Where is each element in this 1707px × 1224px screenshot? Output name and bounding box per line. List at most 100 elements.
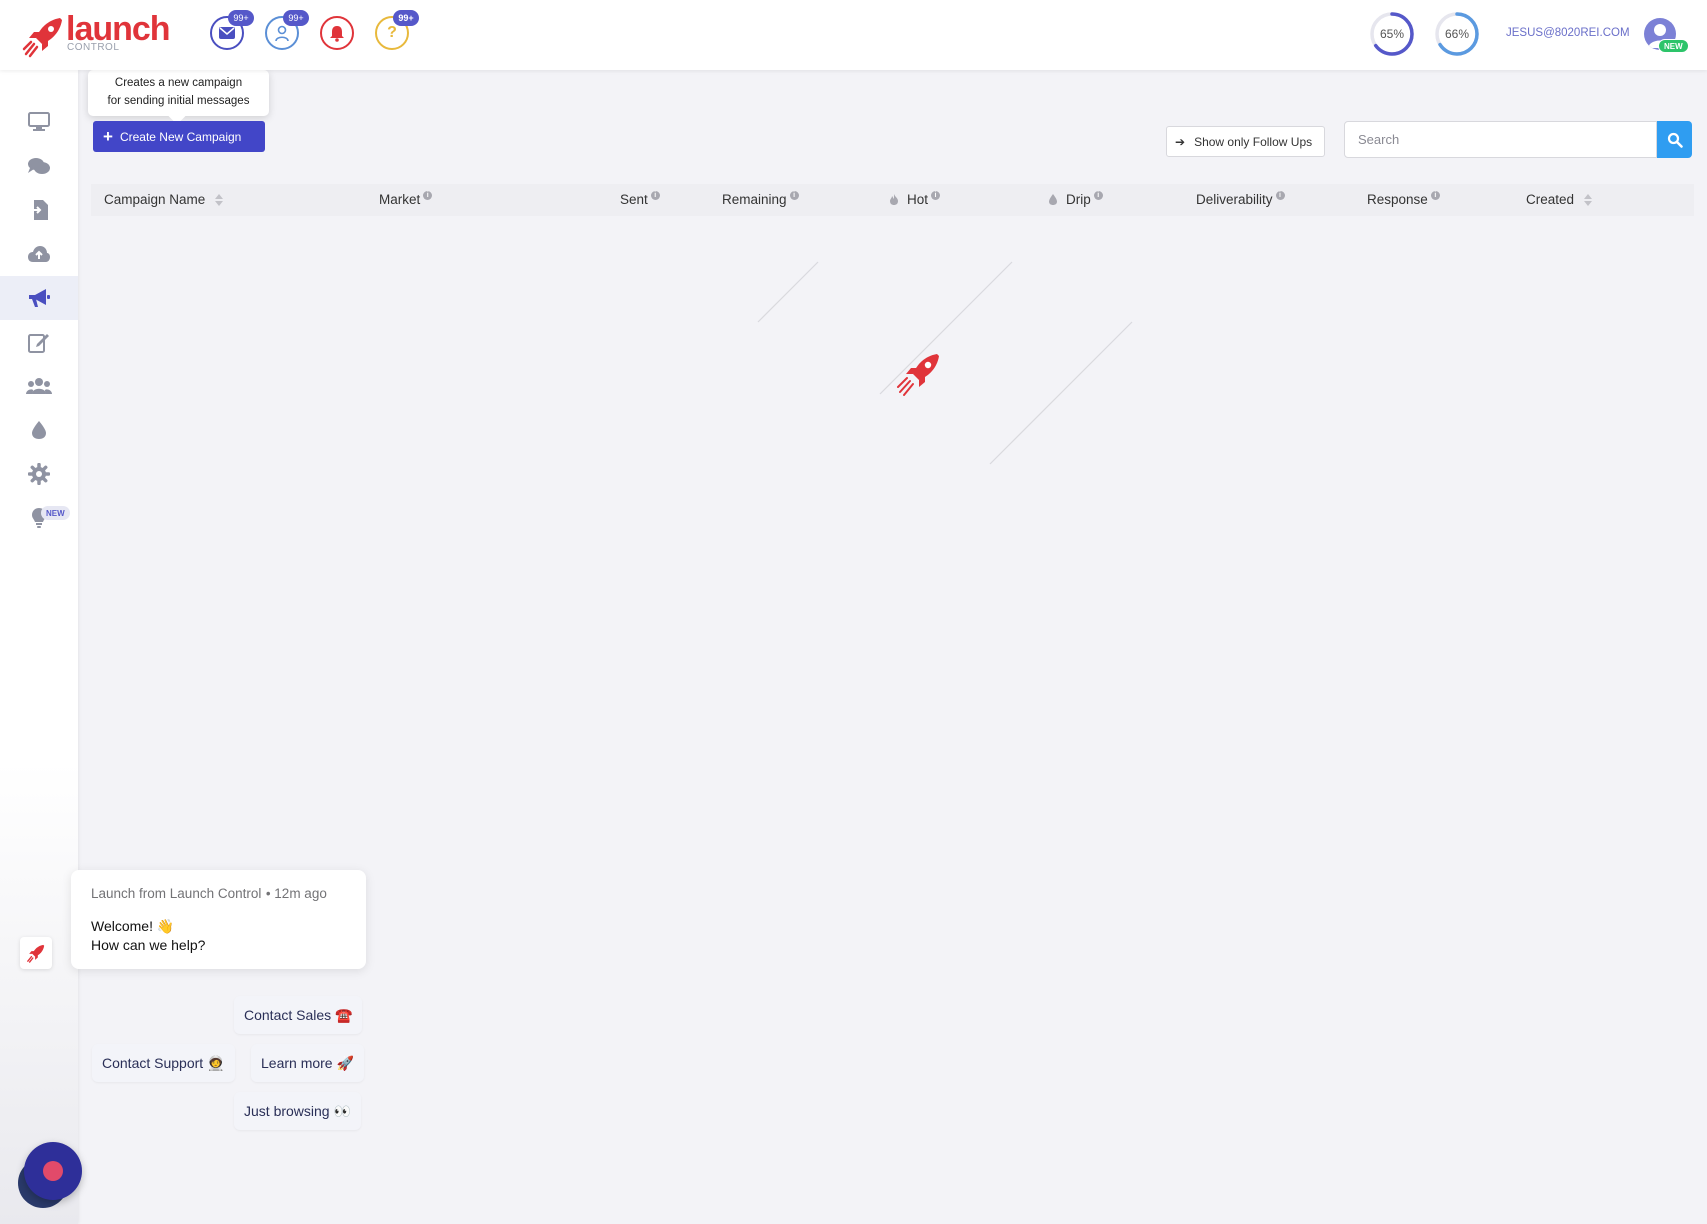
import-icon [30,200,48,220]
top-header: launch CONTROL 99+ 99+ ? 99+ 65% 66% JES… [0,0,1707,70]
rocket-logo-icon [22,18,62,58]
create-campaign-tooltip: Creates a new campaign for sending initi… [88,70,269,116]
logo-wordmark: launch [66,10,171,48]
info-icon[interactable]: i [1093,191,1103,200]
chat-avatar[interactable] [20,937,52,969]
sidebar-item-campaigns[interactable] [0,276,78,320]
column-label: Created [1526,192,1575,207]
info-icon[interactable]: i [1430,191,1440,200]
sidebar-item-drip[interactable] [0,408,78,452]
help-badge: 99+ [393,10,419,26]
column-label: Remaining [722,192,787,207]
edit-icon [28,334,49,353]
info-icon[interactable]: i [423,191,433,200]
search-input[interactable] [1344,121,1657,158]
column-label: Drip [1066,192,1091,207]
sidebar-item-settings[interactable] [0,452,78,496]
reply-contact-support[interactable]: Contact Support 🧑‍🚀 [92,1044,235,1082]
chat-notification-dot [43,1161,63,1181]
info-icon[interactable]: i [931,191,941,200]
user-email[interactable]: JESUS@8020REI.COM [1506,27,1630,39]
column-label: Sent [620,192,648,207]
megaphone-icon [29,289,50,307]
sidebar: NEW [0,70,78,1224]
arrow-right-icon: ➔ [1175,134,1186,149]
mail-icon [219,27,235,39]
reply-just-browsing[interactable]: Just browsing 👀 [234,1092,361,1130]
column-label: Hot [907,192,929,207]
info-icon[interactable]: i [1275,191,1285,200]
follow-ups-toggle-button[interactable]: ➔ Show only Follow Ups [1166,126,1325,157]
reply-learn-more[interactable]: Learn more 🚀 [251,1044,364,1082]
logo-subtitle: CONTROL [67,42,120,53]
avatar-new-badge: NEW [1658,39,1689,53]
chat-launcher-button[interactable] [24,1142,82,1200]
messages-badge: 99+ [228,10,254,26]
notifications-button[interactable] [320,16,354,50]
column-label: Response [1367,192,1428,207]
chat-message-line: Welcome! 👋 [91,918,175,934]
column-drip: Drip i [1048,191,1103,207]
sidebar-item-dashboard[interactable] [0,100,78,144]
leads-button[interactable]: 99+ [265,10,309,50]
sidebar-new-badge: NEW [41,506,70,520]
sidebar-item-inbox[interactable] [0,144,78,188]
search-button[interactable] [1657,121,1692,158]
monitor-icon [28,112,50,131]
drop-icon [1049,194,1057,205]
usage-progress-1[interactable]: 65% [1369,11,1415,57]
drip-icon [32,421,46,439]
column-market: Market i [379,191,433,207]
settings-icon [28,463,50,485]
chat-message-line: How can we help? [91,937,206,953]
tooltip-line: Creates a new campaign [114,77,243,89]
loading-rocket [757,261,1133,465]
cloud-upload-icon [28,246,50,262]
rocket-icon [897,354,939,396]
create-campaign-button[interactable]: + Create New Campaign [93,121,265,152]
progress-label: 65% [1379,27,1405,41]
speed-lines [757,261,1133,465]
progress-label: 66% [1444,27,1470,41]
sidebar-item-import[interactable] [0,188,78,232]
campaign-table-header: Campaign Name Market i Sent i Remaining … [91,184,1694,216]
user-alert-icon [275,25,289,42]
column-label: Market [379,192,421,207]
chat-message: Welcome! 👋 How can we help? [91,917,346,955]
bell-icon [330,26,344,42]
column-sent: Sent i [620,191,660,207]
column-campaign-name[interactable]: Campaign Name [104,192,224,207]
column-hot: Hot i [889,191,941,207]
messages-button[interactable]: 99+ [210,10,254,50]
chat-icon [28,158,50,174]
info-icon[interactable]: i [650,191,660,200]
column-remaining: Remaining i [722,191,799,207]
tooltip-line: for sending initial messages [107,95,250,107]
create-campaign-label: Create New Campaign [119,129,242,144]
users-icon [26,378,52,394]
column-label: Campaign Name [104,192,206,207]
help-icon: ? [387,24,397,41]
chat-welcome-card[interactable]: Launch from Launch Control • 12m ago Wel… [71,870,366,969]
column-response: Response i [1367,191,1440,207]
sidebar-item-upload[interactable] [0,232,78,276]
fire-icon [890,194,898,205]
usage-progress-2[interactable]: 66% [1434,11,1480,57]
help-button[interactable]: ? 99+ [375,10,419,50]
column-label: Deliverability [1196,192,1273,207]
chat-time: 12m ago [274,886,327,901]
info-icon[interactable]: i [789,191,799,200]
launch-control-logo[interactable]: launch CONTROL [22,10,172,58]
reply-contact-sales[interactable]: Contact Sales ☎️ [234,996,363,1034]
sort-icon[interactable] [1584,193,1593,206]
rocket-icon [27,944,45,963]
sidebar-item-templates[interactable] [0,320,78,364]
sidebar-item-team[interactable] [0,364,78,408]
chat-sender: Launch from Launch Control [91,886,262,901]
column-created[interactable]: Created [1526,192,1593,207]
plus-icon: + [103,127,113,146]
leads-badge: 99+ [283,10,309,26]
search-icon [1667,132,1683,148]
sort-icon[interactable] [215,193,224,206]
column-deliverability: Deliverability i [1196,191,1285,207]
